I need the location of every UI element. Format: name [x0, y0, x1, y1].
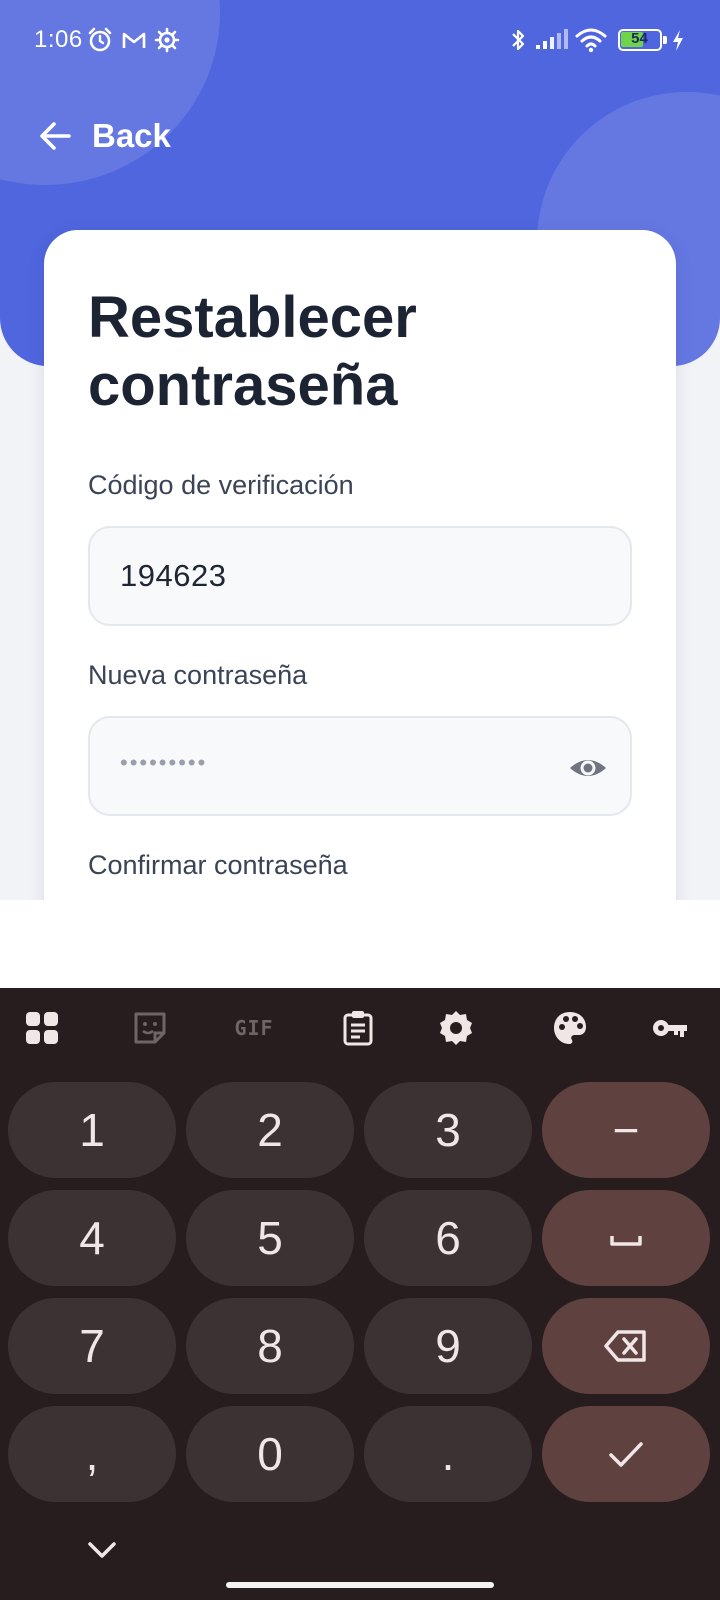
key-0[interactable]: 0: [186, 1406, 354, 1502]
sticker-icon[interactable]: [128, 1006, 172, 1050]
signal-icon: [536, 29, 568, 49]
key-1[interactable]: 1: [8, 1082, 176, 1178]
settings-icon: [154, 27, 180, 53]
key-2[interactable]: 2: [186, 1082, 354, 1178]
key-minus[interactable]: −: [542, 1082, 710, 1178]
verification-code-input[interactable]: 194623: [88, 526, 632, 626]
space-icon: [610, 1236, 642, 1246]
key-4[interactable]: 4: [8, 1190, 176, 1286]
key-7[interactable]: 7: [8, 1298, 176, 1394]
back-label: Back: [92, 117, 171, 154]
key-8[interactable]: 8: [186, 1298, 354, 1394]
verification-code-value: 194623: [120, 558, 227, 593]
backspace-icon: [604, 1330, 646, 1362]
checkmark-icon: [609, 1442, 643, 1467]
status-bar: 1:06 54: [0, 0, 720, 84]
key-3[interactable]: 3: [364, 1082, 532, 1178]
apps-icon[interactable]: [20, 1006, 64, 1050]
key-backspace[interactable]: [542, 1298, 710, 1394]
key-period[interactable]: .: [364, 1406, 532, 1502]
key-space[interactable]: [542, 1190, 710, 1286]
key-icon[interactable]: [648, 1006, 692, 1050]
charging-icon: [673, 30, 683, 51]
new-password-input[interactable]: •••••••••: [88, 716, 632, 816]
verification-code-label: Código de verificación: [88, 470, 354, 500]
numeric-keyboard: GIF 1 2 3 − 4 5 6 7 8 9 , 0 .: [0, 988, 720, 1600]
reset-password-screen: 1:06 54 Back Restablecer contraseña Códi…: [0, 0, 720, 900]
key-done[interactable]: [542, 1406, 710, 1502]
page-title: Restablecer contraseña: [88, 285, 417, 418]
reset-password-card: Restablecer contraseña Código de verific…: [44, 230, 676, 900]
key-comma[interactable]: ,: [8, 1406, 176, 1502]
password-masked-value: •••••••••: [120, 750, 208, 775]
confirm-password-label: Confirmar contraseña: [88, 850, 348, 880]
palette-icon[interactable]: [548, 1006, 592, 1050]
chevron-down-icon[interactable]: [80, 1528, 124, 1572]
new-password-label: Nueva contraseña: [88, 660, 308, 690]
key-6[interactable]: 6: [364, 1190, 532, 1286]
battery-icon: 54: [618, 29, 667, 51]
gif-label: GIF: [234, 1016, 274, 1040]
wifi-icon: [575, 28, 607, 53]
clipboard-icon[interactable]: [336, 1006, 380, 1050]
arrow-left-icon: [40, 122, 71, 150]
gmail-icon: [122, 32, 146, 48]
alarm-icon: [88, 27, 112, 52]
keyboard-gap: [0, 900, 720, 988]
keyboard-toolbar: GIF: [0, 988, 720, 1068]
keyboard-settings-icon[interactable]: [434, 1006, 478, 1050]
key-5[interactable]: 5: [186, 1190, 354, 1286]
navigation-handle[interactable]: [226, 1582, 494, 1588]
key-9[interactable]: 9: [364, 1298, 532, 1394]
bluetooth-icon: [512, 29, 525, 51]
show-password-eye-icon[interactable]: [568, 748, 608, 788]
status-time: 1:06: [34, 26, 83, 53]
battery-level: 54: [631, 30, 648, 47]
gif-button[interactable]: GIF: [228, 1006, 280, 1050]
back-button[interactable]: Back: [36, 108, 171, 164]
